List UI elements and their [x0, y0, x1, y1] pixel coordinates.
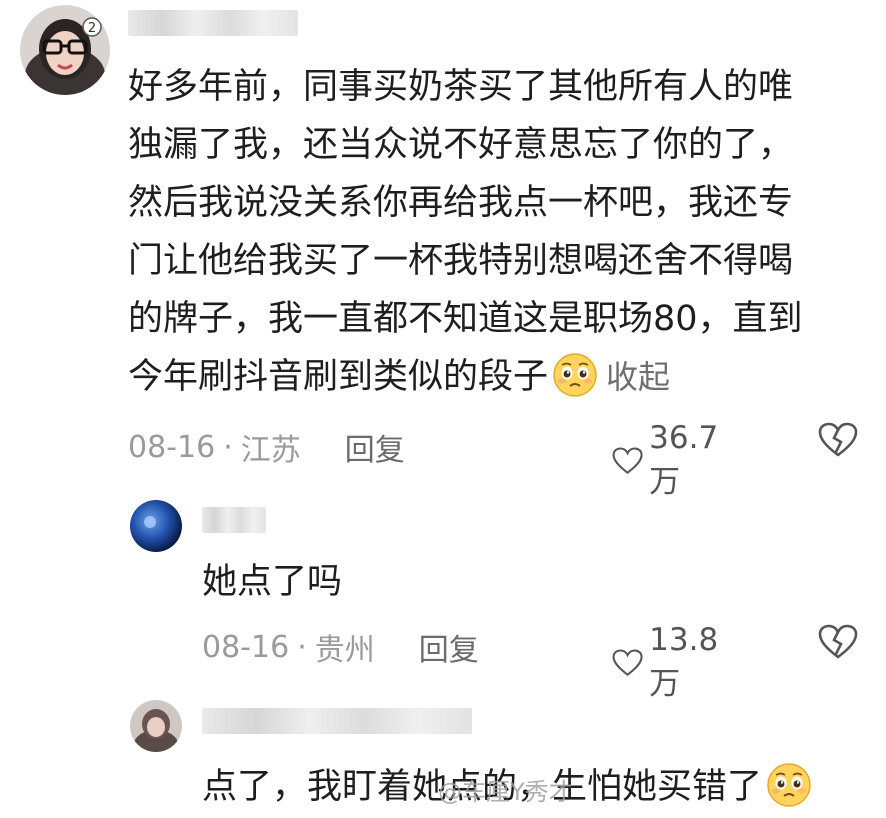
collapse-link[interactable]: 收起 — [606, 358, 670, 396]
avatar[interactable] — [130, 700, 182, 752]
broken-heart-icon[interactable] — [818, 624, 858, 664]
pleading-face-emoji-icon — [767, 763, 811, 807]
heart-icon — [612, 649, 643, 676]
watermark: @车厘Y秀才 — [438, 778, 573, 806]
comment-line-last: 今年刷抖音刷到类似的段子 收起 — [128, 348, 803, 406]
username-redacted — [202, 507, 266, 533]
comment-meta: 08-16 · 江苏 回复 — [128, 425, 405, 469]
comment-date: 08-16 — [202, 629, 290, 665]
comment-line: 的牌子，我一直都不知道这是职场80，直到 — [128, 299, 803, 339]
reply-button[interactable]: 回复 — [345, 425, 405, 469]
comment-line: 好多年前，同事买奶茶买了其他所有人的唯 — [128, 67, 794, 107]
comment-line: 今年刷抖音刷到类似的段子 — [128, 357, 549, 397]
svg-text:2: 2 — [88, 21, 96, 36]
heart-icon — [612, 447, 643, 474]
comment-line: 她点了吗 — [202, 562, 343, 602]
like-count: 13.8万 — [649, 622, 719, 702]
username-redacted — [202, 708, 472, 734]
pleading-face-emoji-icon — [553, 353, 597, 397]
meta-separator: · — [297, 629, 307, 665]
comment-location: 贵州 — [314, 633, 375, 668]
broken-heart-icon[interactable] — [818, 422, 858, 462]
comment-line: 独漏了我，还当众说不好意思忘了你的了， — [128, 125, 794, 165]
comment-date: 08-16 — [128, 429, 216, 465]
comment-line: 门让他给我买了一杯我特别想喝还舍不得喝 — [128, 241, 794, 281]
username-redacted — [128, 10, 298, 36]
comment-meta: 08-16 · 贵州 回复 — [202, 625, 479, 669]
comment-line: 然后我说没关系你再给我点一杯吧，我还专 — [128, 183, 794, 223]
avatar[interactable]: 2 — [20, 5, 110, 95]
comment-text: 好多年前，同事买奶茶买了其他所有人的唯 独漏了我，还当众说不好意思忘了你的了， … — [128, 58, 803, 406]
comment-text: 她点了吗 — [202, 553, 342, 611]
meta-separator: · — [223, 429, 233, 465]
reply-button[interactable]: 回复 — [419, 625, 479, 669]
like-count: 36.7万 — [649, 420, 719, 500]
like-button[interactable]: 36.7万 — [612, 420, 727, 501]
comment-location: 江苏 — [240, 433, 301, 468]
avatar[interactable] — [130, 500, 182, 552]
like-button[interactable]: 13.8万 — [612, 622, 727, 703]
